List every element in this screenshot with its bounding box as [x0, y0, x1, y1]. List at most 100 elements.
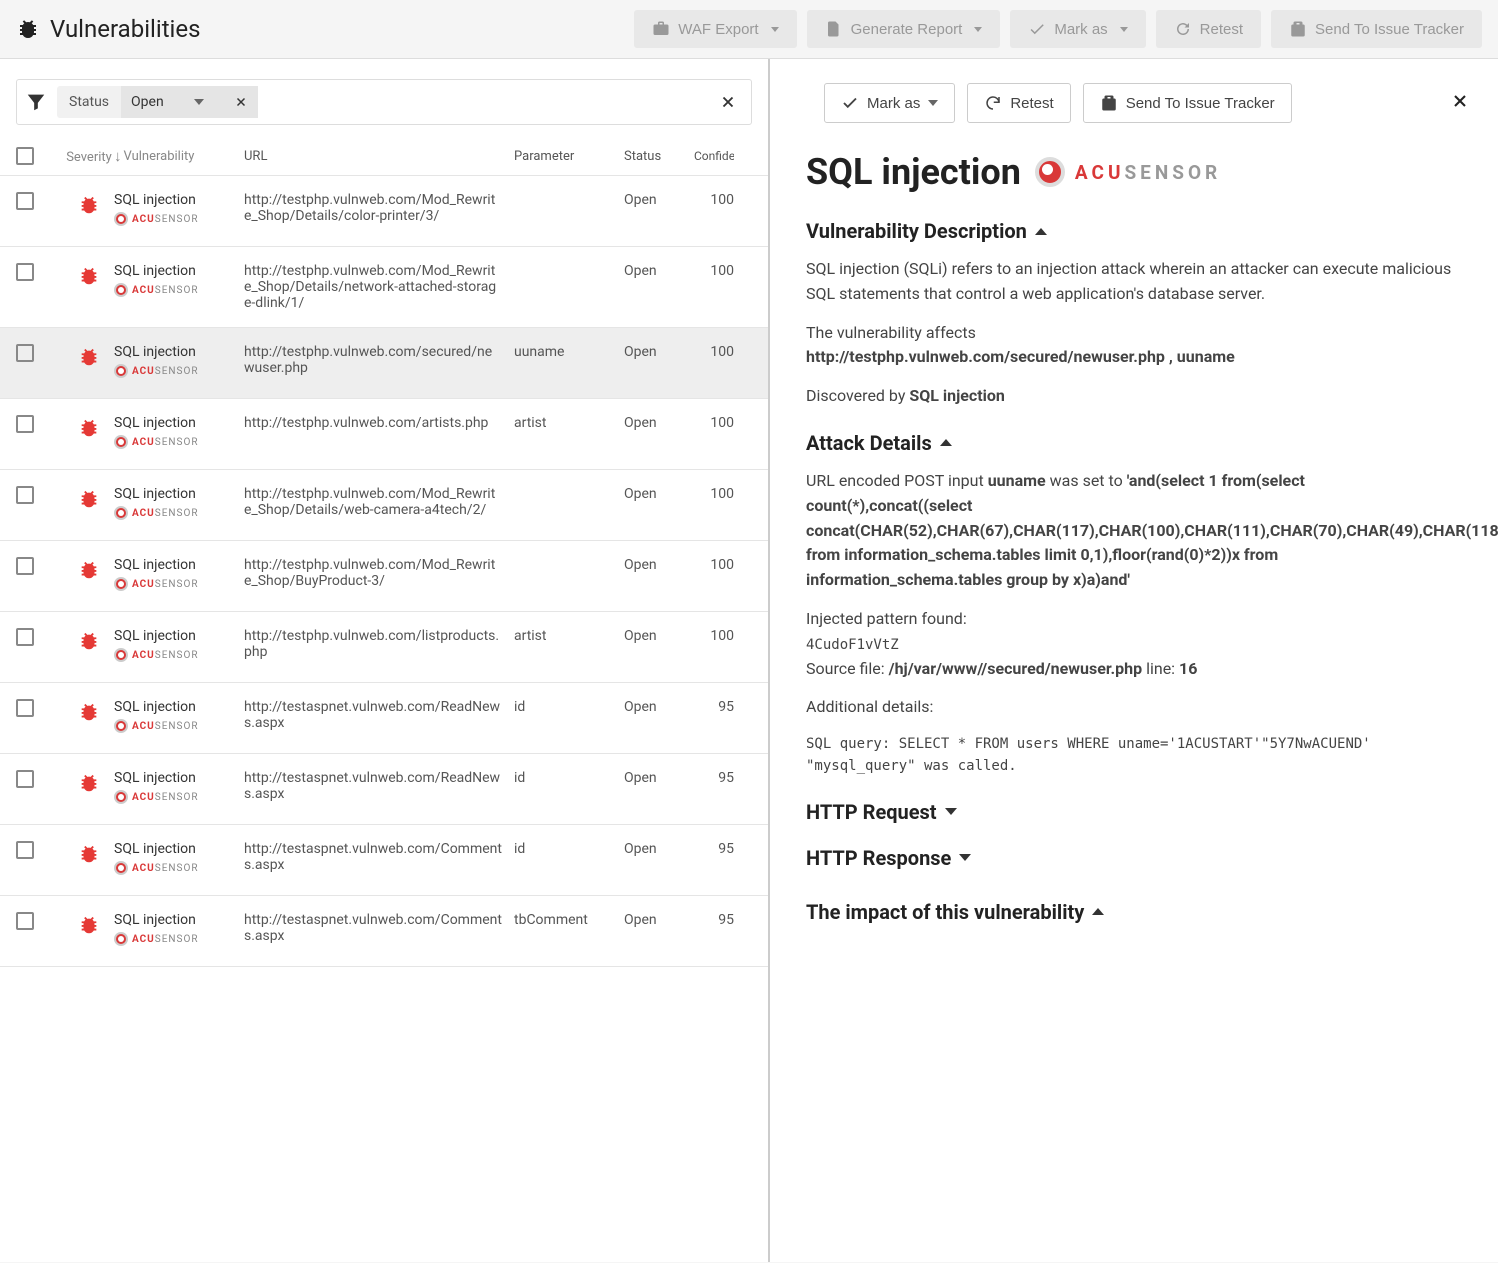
send-tracker-button[interactable]: Send To Issue Tracker — [1083, 83, 1292, 123]
retest-button-top[interactable]: Retest — [1156, 10, 1261, 48]
filter-chip-status[interactable]: Status Open — [57, 86, 258, 118]
vulnerability-list-pane: Status Open Severity ↓Vulnerability URL … — [0, 59, 770, 1262]
table-row[interactable]: SQL injectionACUSENSORhttp://testphp.vul… — [0, 470, 768, 541]
select-all-checkbox[interactable] — [16, 147, 34, 165]
column-severity[interactable]: Severity — [64, 148, 114, 165]
table-row[interactable]: SQL injectionACUSENSORhttp://testaspnet.… — [0, 754, 768, 825]
vuln-confidence: 95 — [694, 770, 734, 786]
section-http-request[interactable]: HTTP Request — [806, 800, 1462, 824]
section-impact[interactable]: The impact of this vulnerability — [806, 900, 1462, 924]
vuln-name: SQL injection — [114, 415, 236, 431]
mark-as-button[interactable]: Mark as — [824, 83, 955, 123]
column-confidence[interactable]: Confidence — [694, 149, 734, 163]
row-checkbox[interactable] — [16, 699, 34, 717]
table-row[interactable]: SQL injectionACUSENSORhttp://testphp.vul… — [0, 541, 768, 612]
vuln-status: Open — [624, 192, 694, 208]
attack-payload-text: URL encoded POST input uuname was set to… — [806, 469, 1462, 593]
grid-header: Severity ↓Vulnerability URL Parameter St… — [0, 137, 768, 176]
vuln-status: Open — [624, 557, 694, 573]
section-attack-details[interactable]: Attack Details — [806, 431, 1462, 455]
table-row[interactable]: SQL injectionACUSENSORhttp://testphp.vul… — [0, 247, 768, 328]
briefcase-icon — [652, 20, 670, 38]
column-url[interactable]: URL — [244, 149, 514, 164]
document-icon — [825, 20, 843, 38]
vuln-confidence: 100 — [694, 486, 734, 502]
table-row[interactable]: SQL injectionACUSENSORhttp://testaspnet.… — [0, 683, 768, 754]
generate-report-button[interactable]: Generate Report — [807, 10, 1001, 48]
retest-button[interactable]: Retest — [967, 83, 1070, 123]
section-http-response[interactable]: HTTP Response — [806, 846, 1462, 870]
additional-details-code: SQL query: SELECT * FROM users WHERE una… — [806, 734, 1462, 777]
vulnerability-detail-pane: Mark as Retest Send To Issue Tracker SQL… — [770, 59, 1498, 1262]
section-vuln-description[interactable]: Vulnerability Description — [806, 219, 1462, 243]
acusensor-icon — [114, 283, 128, 297]
column-vulnerability[interactable]: ↓Vulnerability — [114, 147, 244, 165]
vuln-confidence: 100 — [694, 344, 734, 360]
close-detail-button[interactable] — [1450, 91, 1470, 115]
table-row[interactable]: SQL injectionACUSENSORhttp://testaspnet.… — [0, 896, 768, 967]
vuln-url: http://testphp.vulnweb.com/secured/newus… — [244, 344, 514, 376]
vuln-confidence: 100 — [694, 628, 734, 644]
row-checkbox[interactable] — [16, 628, 34, 646]
acusensor-icon — [114, 932, 128, 946]
vuln-confidence: 95 — [694, 841, 734, 857]
close-icon[interactable] — [234, 95, 248, 109]
acusensor-badge: ACUSENSOR — [114, 648, 199, 662]
row-checkbox[interactable] — [16, 841, 34, 859]
chevron-down-icon — [974, 27, 982, 32]
filter-chip-value[interactable]: Open — [121, 86, 258, 118]
refresh-icon — [1174, 20, 1192, 38]
vuln-parameter: uuname — [514, 344, 624, 360]
acusensor-badge: ACUSENSOR — [114, 577, 199, 591]
acusensor-badge: ACUSENSOR — [114, 719, 199, 733]
row-checkbox[interactable] — [16, 770, 34, 788]
waf-export-button[interactable]: WAF Export — [634, 10, 796, 48]
row-checkbox[interactable] — [16, 912, 34, 930]
severity-icon — [64, 192, 114, 216]
vuln-confidence: 95 — [694, 912, 734, 928]
row-checkbox[interactable] — [16, 263, 34, 281]
severity-icon — [64, 263, 114, 287]
chevron-down-icon — [945, 808, 957, 815]
acusensor-icon — [114, 790, 128, 804]
chevron-down-icon — [771, 27, 779, 32]
clear-filters-icon[interactable] — [719, 93, 737, 111]
description-text: SQL injection (SQLi) refers to an inject… — [806, 257, 1462, 307]
send-tracker-button-top[interactable]: Send To Issue Tracker — [1271, 10, 1482, 48]
row-checkbox[interactable] — [16, 486, 34, 504]
table-row[interactable]: SQL injectionACUSENSORhttp://testaspnet.… — [0, 825, 768, 896]
acusensor-badge: ACUSENSOR — [114, 212, 199, 226]
vuln-status: Open — [624, 770, 694, 786]
vuln-parameter: id — [514, 770, 624, 786]
table-row[interactable]: SQL injectionACUSENSORhttp://testphp.vul… — [0, 176, 768, 247]
mark-as-button-top[interactable]: Mark as — [1010, 10, 1145, 48]
filter-chip-label: Status — [57, 86, 121, 118]
row-checkbox[interactable] — [16, 192, 34, 210]
acusensor-icon — [1035, 157, 1065, 187]
table-row[interactable]: SQL injectionACUSENSORhttp://testphp.vul… — [0, 612, 768, 683]
close-icon — [1450, 91, 1470, 111]
column-status[interactable]: Status — [624, 149, 694, 164]
row-checkbox[interactable] — [16, 415, 34, 433]
filter-icon[interactable] — [25, 91, 47, 113]
vuln-name: SQL injection — [114, 486, 236, 502]
vuln-status: Open — [624, 628, 694, 644]
row-checkbox[interactable] — [16, 344, 34, 362]
bug-icon — [16, 17, 40, 41]
row-checkbox[interactable] — [16, 557, 34, 575]
column-parameter[interactable]: Parameter — [514, 149, 624, 164]
vuln-status: Open — [624, 344, 694, 360]
vuln-confidence: 95 — [694, 699, 734, 715]
vuln-url: http://testaspnet.vulnweb.com/Comments.a… — [244, 912, 514, 944]
table-row[interactable]: SQL injectionACUSENSORhttp://testphp.vul… — [0, 328, 768, 399]
vuln-url: http://testaspnet.vulnweb.com/Comments.a… — [244, 841, 514, 873]
acusensor-badge: ACUSENSOR — [114, 435, 199, 449]
severity-icon — [64, 557, 114, 581]
vuln-url: http://testphp.vulnweb.com/Mod_Rewrite_S… — [244, 557, 514, 589]
vuln-status: Open — [624, 415, 694, 431]
acusensor-badge: ACUSENSOR — [114, 932, 199, 946]
vuln-confidence: 100 — [694, 263, 734, 279]
table-row[interactable]: SQL injectionACUSENSORhttp://testphp.vul… — [0, 399, 768, 470]
chevron-down-icon — [959, 854, 971, 861]
chevron-down-icon — [1120, 27, 1128, 32]
